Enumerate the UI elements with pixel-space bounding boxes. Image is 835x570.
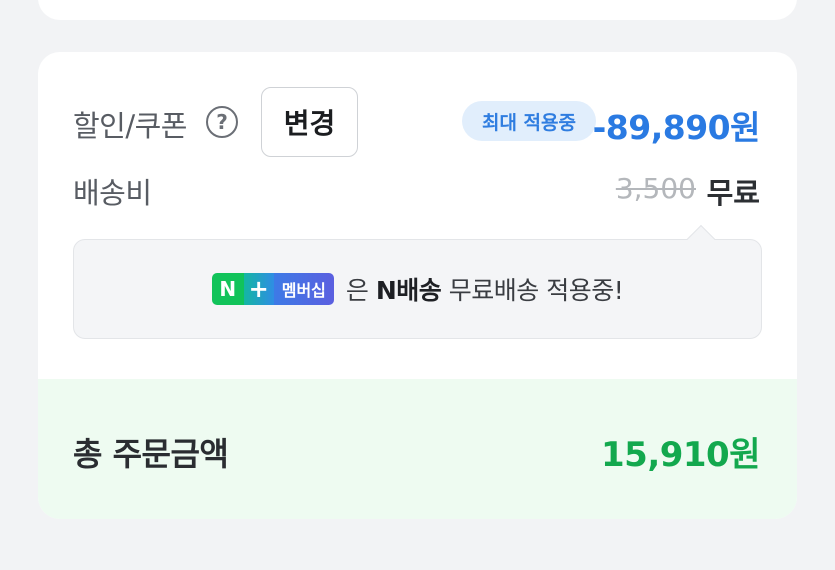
membership-notice: N + 멤버십 은 N배송 무료배송 적용중!	[73, 224, 762, 339]
shipping-label: 배송비	[73, 176, 152, 210]
previous-card	[38, 0, 797, 20]
total-amount: 15,910원	[601, 435, 760, 475]
membership-n-logo: N	[211, 273, 244, 305]
notice-text-suffix: 무료배송 적용중!	[448, 276, 624, 305]
help-icon[interactable]: ?	[206, 106, 238, 138]
notice-content: N + 멤버십 은 N배송 무료배송 적용중!	[74, 240, 761, 338]
total-label: 총 주문금액	[73, 435, 229, 473]
notice-text: 은 N배송 무료배송 적용중!	[345, 271, 624, 307]
shipping-free-label: 무료	[706, 176, 760, 210]
notice-text-prefix: 은	[345, 276, 369, 305]
shipping-original-price: 3,500	[615, 172, 696, 205]
order-summary-card: 할인/쿠폰 ? 변경 최대 적용중 -89,890원 배송비 3,500 무료 …	[38, 52, 797, 519]
discount-row: 할인/쿠폰 ? 변경 최대 적용중 -89,890원	[38, 87, 797, 157]
shipping-row: 배송비 3,500 무료	[38, 170, 797, 214]
total-section: 총 주문금액 15,910원	[38, 379, 797, 519]
membership-plus-icon: +	[243, 273, 274, 305]
discount-label: 할인/쿠폰	[73, 109, 188, 143]
max-applied-badge: 최대 적용중	[462, 101, 596, 141]
membership-label: 멤버십	[273, 273, 334, 305]
discount-amount: -89,890원	[592, 108, 761, 147]
naver-plus-membership-badge: N + 멤버십	[211, 273, 334, 305]
change-coupon-button[interactable]: 변경	[261, 87, 358, 157]
notice-text-bold: N배송	[375, 276, 442, 305]
